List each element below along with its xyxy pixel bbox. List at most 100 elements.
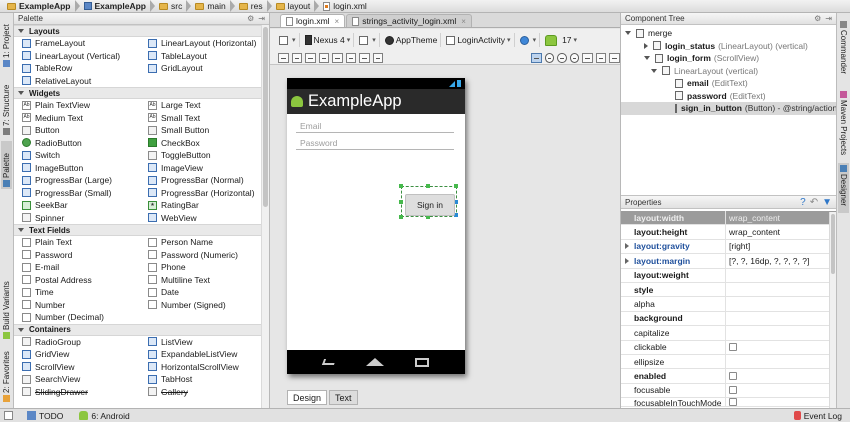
palette-item-imageview[interactable]: ImageView <box>140 163 266 173</box>
palette-item-linearlayout-h[interactable]: LinearLayout (Horizontal) <box>140 38 266 48</box>
palette-item-tabhost[interactable]: TabHost <box>140 374 266 384</box>
palette-item-time[interactable]: Time <box>14 287 140 297</box>
palette-item-expandablelistview[interactable]: ExpandableListView <box>140 349 266 359</box>
tool-tab-commander[interactable]: Commander <box>839 19 848 77</box>
palette-item-phone[interactable]: Phone <box>140 262 266 272</box>
close-icon[interactable]: × <box>335 17 340 26</box>
zoom-actual-icon[interactable] <box>544 52 555 63</box>
hide-icon[interactable]: ⇥ <box>825 14 832 23</box>
palette-item-framelayout[interactable]: FrameLayout <box>14 38 140 48</box>
breadcrumb-src[interactable]: src <box>156 0 185 13</box>
tree-node-merge[interactable]: merge <box>621 27 836 40</box>
palette-item-progressbar-normal[interactable]: ProgressBar (Normal) <box>140 175 266 185</box>
property-row-layout-gravity[interactable]: layout:gravity [right] <box>621 239 836 255</box>
event-log-tab[interactable]: Event Log <box>786 411 850 421</box>
tree-node-login-status[interactable]: login_status (LinearLayout) (vertical) <box>621 40 836 53</box>
tool-tab-designer[interactable]: Designer <box>838 163 849 213</box>
android-tab[interactable]: 6: Android <box>71 411 137 421</box>
palette-item-webview[interactable]: WebView <box>140 213 266 223</box>
gravity-icon[interactable] <box>345 52 357 63</box>
api-dropdown[interactable]: 17 ▾ <box>542 33 580 47</box>
baseline-icon[interactable] <box>318 52 330 63</box>
property-row-alpha[interactable]: alpha <box>621 297 836 312</box>
sign-in-button[interactable]: Sign in <box>405 194 455 216</box>
tool-tab-structure[interactable]: 7: Structure <box>2 75 11 137</box>
palette-item-postal-address[interactable]: Postal Address <box>14 275 140 285</box>
gear-icon[interactable]: ⚙ <box>814 14 821 23</box>
property-row-capitalize[interactable]: capitalize <box>621 326 836 341</box>
margins-icon[interactable] <box>372 52 384 63</box>
palette-item-large-text[interactable]: Ab Large Text <box>140 100 266 110</box>
palette-group-containers[interactable]: Containers <box>14 323 269 336</box>
tool-tab-favorites[interactable]: 2: Favorites <box>2 348 11 404</box>
property-row-ellipsize[interactable]: ellipsize <box>621 354 836 370</box>
tree-node-linearlayout[interactable]: LinearLayout (vertical) <box>621 65 836 78</box>
clickable-checkbox[interactable] <box>729 343 737 352</box>
palette-item-radiobutton[interactable]: RadioButton <box>14 138 140 148</box>
palette-item-multiline-text[interactable]: Multiline Text <box>140 275 266 285</box>
tab-design[interactable]: Design <box>287 390 328 405</box>
tab-text[interactable]: Text <box>329 390 358 405</box>
tool-tab-build-variants[interactable]: Build Variants <box>2 263 11 341</box>
palette-item-progressbar-large[interactable]: ProgressBar (Large) <box>14 175 140 185</box>
palette-item-number[interactable]: Number <box>14 300 140 310</box>
zoom-fit-icon[interactable] <box>531 52 542 63</box>
gear-icon[interactable]: ⚙ <box>247 14 254 23</box>
hide-icon[interactable]: ⇥ <box>258 14 265 23</box>
filter-icon[interactable]: ▼ <box>822 197 832 208</box>
palette-item-relativelayout[interactable]: RelativeLayout <box>14 76 140 86</box>
zoom-in-icon[interactable] <box>557 52 567 63</box>
weight-icon[interactable] <box>359 52 370 63</box>
palette-item-small-button[interactable]: Small Button <box>140 125 266 135</box>
palette-item-gallery[interactable]: Gallery <box>140 387 266 397</box>
palette-item-linearlayout-v[interactable]: LinearLayout (Vertical) <box>14 51 140 61</box>
palette-item-checkbox[interactable]: CheckBox <box>140 138 266 148</box>
refresh-icon[interactable] <box>582 52 593 63</box>
enabled-checkbox[interactable] <box>729 371 737 380</box>
palette-item-ratingbar[interactable]: ★ RatingBar <box>140 200 266 210</box>
zoom-out-icon[interactable] <box>569 52 580 63</box>
palette-item-spinner[interactable]: Spinner <box>14 213 140 223</box>
property-row-clickable[interactable]: clickable <box>621 340 836 355</box>
palette-item-number-signed[interactable]: Number (Signed) <box>140 300 266 310</box>
tree-node-login-form[interactable]: login_form (ScrollView) <box>621 52 836 65</box>
palette-item-plain-textview[interactable]: Ab Plain TextView <box>14 100 140 110</box>
property-row-focusable-in-touch-mode[interactable]: focusableInTouchMode <box>621 398 836 408</box>
breadcrumb-layout[interactable]: layout <box>273 0 314 13</box>
palette-item-tablerow[interactable]: TableRow <box>14 63 140 73</box>
help-icon[interactable]: ? <box>800 197 806 208</box>
locale-dropdown[interactable]: ▾ <box>517 33 541 47</box>
palette-item-password[interactable]: Password <box>14 250 140 260</box>
tab-strings-xml[interactable]: strings_activity_login.xml × <box>346 14 472 27</box>
email-field[interactable]: Email <box>296 120 454 133</box>
properties-scrollbar[interactable] <box>829 212 836 408</box>
property-row-enabled[interactable]: enabled <box>621 369 836 384</box>
palette-scrollbar[interactable] <box>261 25 269 408</box>
settings-icon[interactable] <box>609 52 620 63</box>
tree-node-password[interactable]: password (EditText) <box>621 90 836 103</box>
breadcrumb-res[interactable]: res <box>236 0 266 13</box>
wrap-content-icon[interactable] <box>291 52 303 63</box>
tool-tab-project[interactable]: 1: Project <box>2 17 11 69</box>
tree-node-sign-in-button[interactable]: sign_in_button (Button) - @string/action <box>621 102 836 115</box>
palette-item-number-decimal[interactable]: Number (Decimal) <box>14 312 140 322</box>
tool-tab-maven[interactable]: Maven Projects <box>839 89 848 169</box>
palette-toggle-button[interactable]: ▾ <box>276 33 300 47</box>
palette-item-radiogroup[interactable]: RadioGroup <box>14 337 140 347</box>
focusable-checkbox[interactable] <box>729 386 737 395</box>
palette-item-gridlayout[interactable]: GridLayout <box>140 63 266 73</box>
palette-item-tablelayout[interactable]: TableLayout <box>140 51 266 61</box>
palette-item-slidingdrawer[interactable]: SlidingDrawer <box>14 387 140 397</box>
palette-item-switch[interactable]: Switch <box>14 150 140 160</box>
breadcrumb-module[interactable]: ExampleApp <box>81 0 150 13</box>
resize-handle[interactable] <box>454 184 458 188</box>
breadcrumb-file[interactable]: login.xml <box>320 0 370 13</box>
scrollbar-thumb[interactable] <box>831 214 835 274</box>
palette-item-plain-text[interactable]: Plain Text <box>14 237 140 247</box>
password-field[interactable]: Password <box>296 137 454 150</box>
palette-group-widgets[interactable]: Widgets <box>14 87 269 99</box>
palette-item-password-numeric[interactable]: Password (Numeric) <box>140 250 266 260</box>
property-row-layout-margin[interactable]: layout:margin [?, ?, 16dp, ?, ?, ?, ?] <box>621 254 836 269</box>
property-row-focusable[interactable]: focusable <box>621 383 836 399</box>
palette-group-text-fields[interactable]: Text Fields <box>14 224 269 236</box>
